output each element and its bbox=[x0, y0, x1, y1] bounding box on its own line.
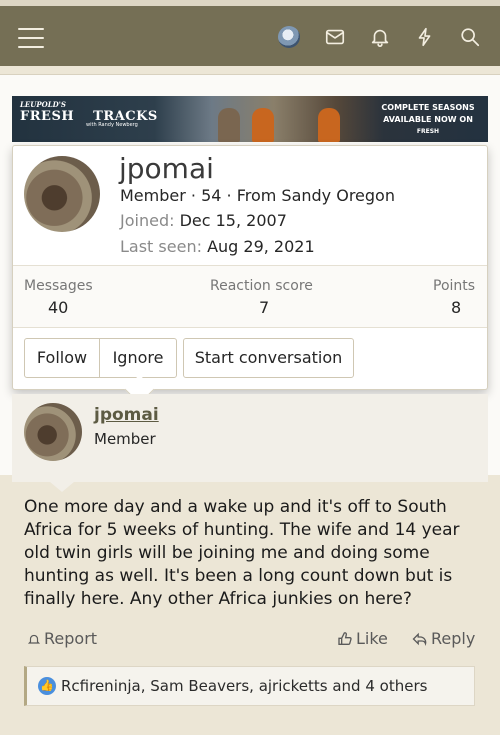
post-header: jpomai Member bbox=[12, 394, 488, 492]
member-avatar[interactable] bbox=[24, 156, 100, 232]
banner-logo: LEUPOLD'S FRESH TRACKS bbox=[20, 100, 158, 124]
like-button[interactable]: Like bbox=[337, 629, 388, 648]
stat-reaction-label: Reaction score bbox=[210, 278, 313, 294]
stat-messages-label: Messages bbox=[24, 278, 93, 294]
stat-reaction-value: 7 bbox=[259, 298, 270, 317]
member-meta: Member · 54 · From Sandy Oregon bbox=[120, 186, 395, 205]
ignore-button[interactable]: Ignore bbox=[99, 338, 177, 378]
menu-icon[interactable] bbox=[18, 28, 44, 48]
joined-row: Joined: Dec 15, 2007 bbox=[120, 211, 287, 230]
reply-label: Reply bbox=[431, 629, 476, 648]
like-reaction-icon: 👍 bbox=[38, 677, 56, 695]
stat-messages-value: 40 bbox=[48, 298, 69, 317]
last-seen-row: Last seen: Aug 29, 2021 bbox=[120, 237, 315, 256]
user-avatar[interactable] bbox=[278, 26, 300, 48]
report-label: Report bbox=[44, 629, 98, 648]
inbox-icon[interactable] bbox=[324, 26, 346, 48]
banner-cta: COMPLETE SEASONS AVAILABLE NOW ON FRESH bbox=[378, 102, 478, 138]
hunter-figure bbox=[318, 108, 340, 142]
hunter-figure bbox=[218, 108, 240, 142]
banner-title-left: FRESH bbox=[20, 109, 75, 124]
stat-points-value: 8 bbox=[451, 298, 462, 317]
page-footer-band bbox=[0, 727, 500, 735]
post-user-role: Member bbox=[94, 430, 156, 448]
joined-label: Joined: bbox=[120, 211, 175, 230]
joined-value: Dec 15, 2007 bbox=[179, 211, 287, 230]
follow-button[interactable]: Follow bbox=[24, 338, 100, 378]
banner-cta-line3: FRESH bbox=[416, 128, 440, 135]
post-username[interactable]: jpomai bbox=[94, 405, 159, 425]
banner-cta-line2: AVAILABLE NOW ON bbox=[383, 115, 473, 124]
top-nav-bar bbox=[0, 0, 500, 66]
reactions-bar[interactable]: 👍 Rcfireninja, Sam Beavers, ajricketts a… bbox=[24, 666, 475, 706]
reactions-list: Rcfireninja, Sam Beavers, ajricketts and… bbox=[61, 677, 428, 695]
stat-points-label: Points bbox=[433, 278, 476, 294]
member-username[interactable]: jpomai bbox=[119, 152, 214, 185]
hunter-figure bbox=[252, 108, 274, 142]
banner-brand: LEUPOLD'S bbox=[20, 100, 66, 109]
banner-cta-line1: COMPLETE SEASONS bbox=[381, 103, 475, 112]
report-icon bbox=[27, 634, 41, 644]
reply-icon bbox=[412, 632, 427, 646]
lightning-icon[interactable] bbox=[414, 26, 436, 48]
post-avatar[interactable] bbox=[24, 403, 82, 461]
bell-icon[interactable] bbox=[369, 26, 391, 48]
post-message: One more day and a wake up and it's off … bbox=[24, 497, 460, 609]
last-seen-label: Last seen: bbox=[120, 237, 202, 256]
like-label: Like bbox=[356, 629, 388, 648]
last-seen-value: Aug 29, 2021 bbox=[207, 237, 315, 256]
thumbs-up-icon bbox=[338, 632, 352, 646]
report-button[interactable]: Report bbox=[27, 629, 97, 648]
reply-button[interactable]: Reply bbox=[411, 629, 475, 648]
search-icon[interactable] bbox=[459, 26, 481, 48]
ad-banner[interactable]: LEUPOLD'S FRESH TRACKS with Randy Newber… bbox=[12, 96, 488, 142]
member-stats: Messages 40 Reaction score 7 Points 8 bbox=[13, 265, 487, 328]
banner-subtitle: with Randy Newberg bbox=[86, 122, 138, 128]
member-tooltip-card: jpomai Member · 54 · From Sandy Oregon J… bbox=[12, 145, 488, 390]
start-conversation-button[interactable]: Start conversation bbox=[183, 338, 354, 378]
